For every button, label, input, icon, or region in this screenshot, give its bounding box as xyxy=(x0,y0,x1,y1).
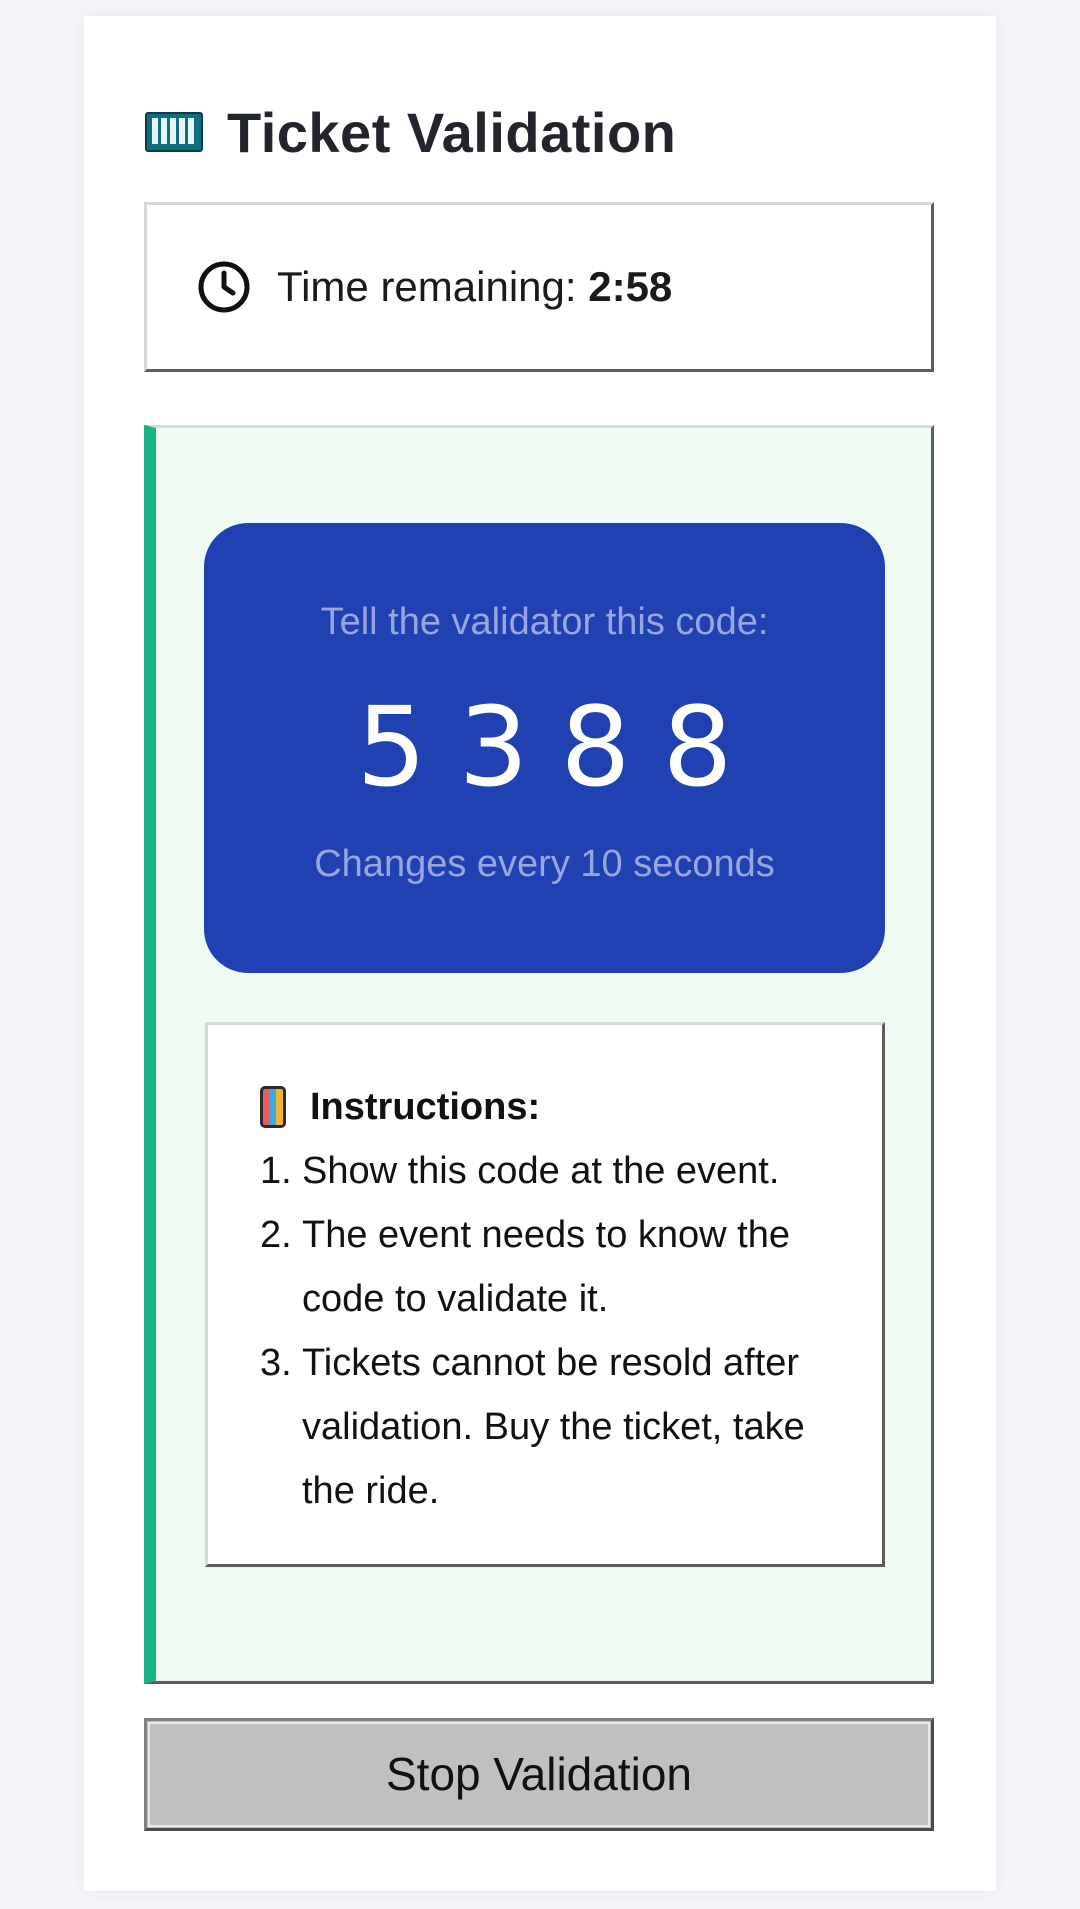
code-refresh-note: Changes every 10 seconds xyxy=(314,843,775,885)
page-title: Ticket Validation xyxy=(227,100,677,164)
list-item-number: 2. xyxy=(260,1214,292,1256)
list-item-text: Tickets cannot be resold after validatio… xyxy=(302,1342,805,1512)
validation-card: Ticket Validation Time remaining: 2:58 T… xyxy=(84,16,996,1891)
instructions-title: Instructions: xyxy=(310,1085,541,1128)
timer-box: Time remaining: 2:58 xyxy=(144,202,934,372)
list-item-text: The event needs to know the code to vali… xyxy=(302,1214,790,1320)
abacus-icon xyxy=(145,112,203,152)
code-label: Tell the validator this code: xyxy=(320,601,769,643)
stop-validation-button[interactable]: Stop Validation xyxy=(144,1718,934,1831)
list-item-text: Show this code at the event. xyxy=(302,1150,780,1192)
instructions-list: 1. Show this code at the event. 2. The e… xyxy=(260,1139,852,1523)
code-card: Tell the validator this code: 5388 Chang… xyxy=(204,523,885,973)
list-item: 2. The event needs to know the code to v… xyxy=(260,1203,852,1331)
instructions-heading: Instructions: xyxy=(260,1075,852,1139)
validation-code: 5388 xyxy=(356,683,765,811)
list-item: 3. Tickets cannot be resold after valida… xyxy=(260,1331,852,1523)
timer-text: Time remaining: 2:58 xyxy=(277,263,672,311)
clock-icon xyxy=(198,261,250,313)
timer-value: 2:58 xyxy=(588,263,673,310)
instructions-box: Instructions: 1. Show this code at the e… xyxy=(205,1022,885,1567)
timer-label: Time remaining: xyxy=(277,263,589,310)
list-item-number: 3. xyxy=(260,1342,292,1384)
page-header: Ticket Validation xyxy=(145,82,676,182)
mobile-phone-icon xyxy=(260,1086,286,1128)
list-item: 1. Show this code at the event. xyxy=(260,1139,852,1203)
validation-panel: Tell the validator this code: 5388 Chang… xyxy=(144,425,934,1684)
list-item-number: 1. xyxy=(260,1150,292,1192)
